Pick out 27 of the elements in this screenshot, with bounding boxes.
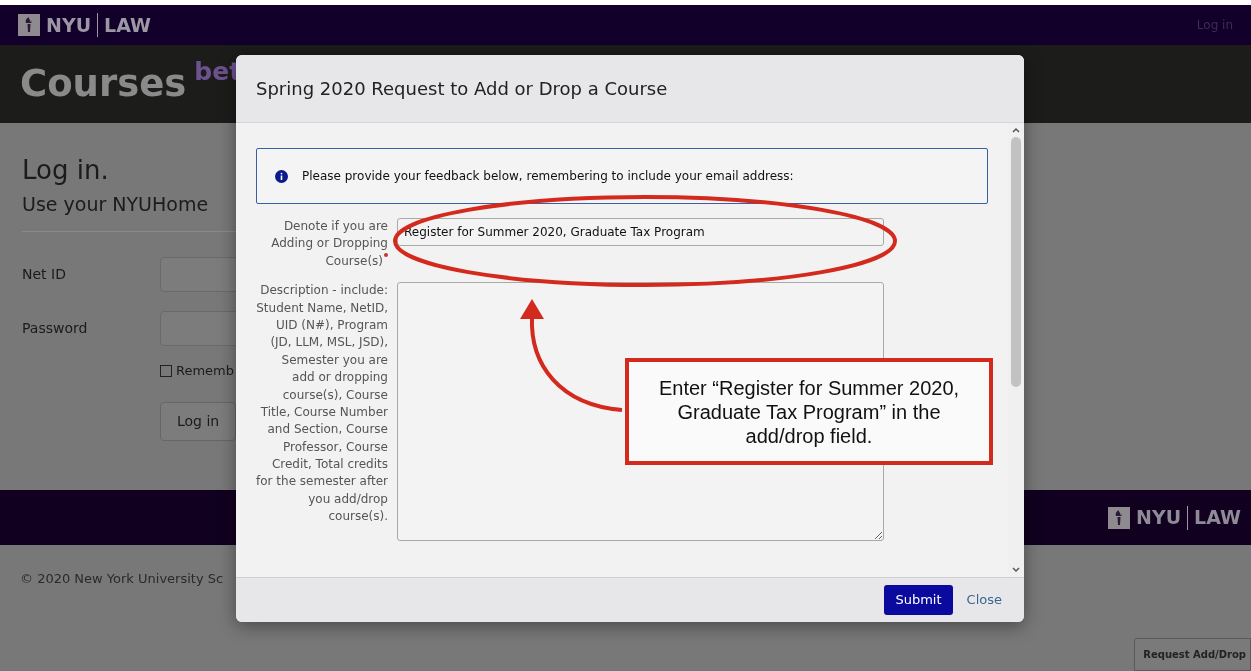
field-label: Denote if you are Adding or Dropping Course(s)	[271, 219, 388, 268]
torch-logo-icon	[1108, 506, 1130, 529]
torch-logo-icon[interactable]	[18, 14, 40, 36]
brand-name: LAW	[104, 12, 151, 38]
request-add-drop-button[interactable]: Request Add/Drop	[1134, 638, 1251, 671]
alert-text: Please provide your feedback below, remembering to include your email address:	[302, 168, 794, 185]
modal-title: Spring 2020 Request to Add or Drop a Course	[256, 77, 668, 100]
callout-note: Enter “Register for Summer 2020, Graduate Tax Program” in the add/drop field.	[625, 358, 993, 465]
page-title: Courses	[20, 61, 187, 108]
info-icon	[275, 169, 288, 183]
brand-name: NYU	[1136, 505, 1182, 531]
submit-button[interactable]: Submit	[884, 585, 953, 615]
close-link[interactable]: Close	[966, 590, 1002, 610]
brand-name: NYU	[46, 12, 92, 38]
scroll-up-icon[interactable]	[1012, 127, 1020, 133]
scroll-down-icon[interactable]	[1012, 567, 1020, 573]
field-label: Description - include: Student Name, NetID, UID (N#), Program (JD, LLM, MSL, JSD), Semester you are add or dropping course(s), Course Title, Course Number and Section, Course Professor, Course Credit, Total credits for the semester after you add/drop course(s).	[256, 283, 388, 524]
remember-checkbox[interactable]	[160, 364, 172, 377]
brand-name: LAW	[1194, 505, 1241, 531]
checkbox-label: Rememb	[176, 361, 235, 380]
field-label: Net ID	[22, 265, 67, 285]
login-heading: Log in.	[22, 155, 109, 187]
field-label: Password	[22, 319, 89, 339]
login-button[interactable]: Log in	[160, 401, 237, 441]
copyright-text: © 2020 New York University Sc	[20, 570, 224, 588]
scrollbar[interactable]	[1008, 123, 1024, 577]
login-subheading: Use your NYUHome	[22, 192, 209, 218]
